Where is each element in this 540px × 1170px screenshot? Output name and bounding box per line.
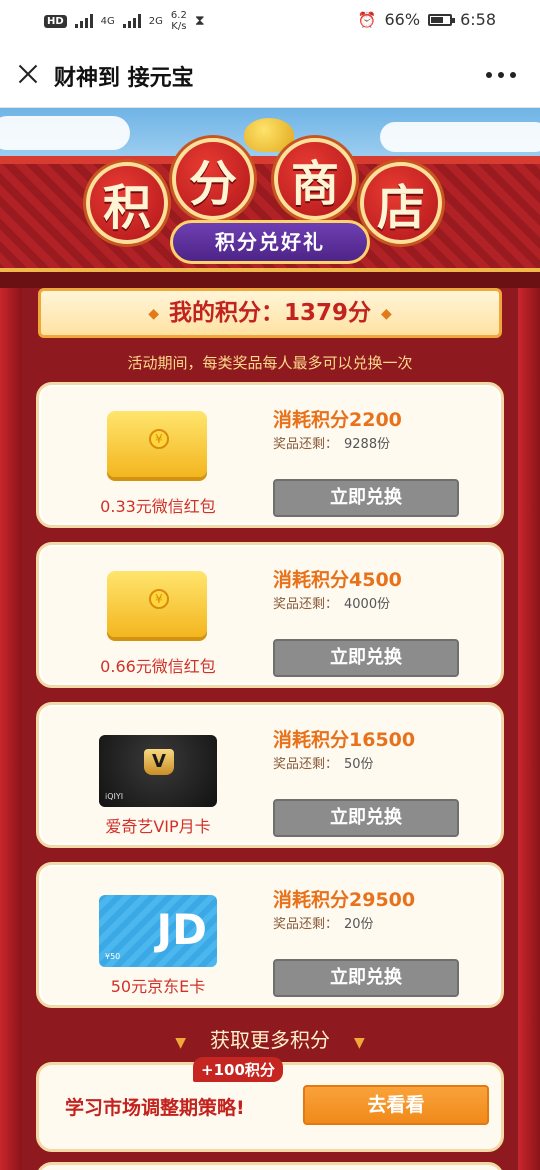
eave [0,268,540,288]
vip-crown-icon: V [144,749,174,775]
prize-cost: 消耗积分29500 [273,889,416,911]
more-points-title: 获取更多积分 [210,1028,330,1052]
prize-remain: 奖品还剩： 20份 [273,913,374,932]
net-speed-value: 6.2 [170,10,187,21]
remain-label: 奖品还剩： [273,597,339,612]
vip-card: V iQIYI [99,735,217,807]
yuan-coin-icon: ¥ [149,429,169,449]
task-title: 学习市场调整期策略! [65,1097,245,1119]
jd-e-card-image: JD ¥50 [99,887,217,967]
remain-label: 奖品还剩： [273,757,339,772]
shop-banner: 积 分 商 店 积分兑好礼 [0,108,540,288]
diamond-icon: ◆ [381,305,392,322]
task-reward-badge: +100积分 [193,1057,283,1082]
status-left: HD 4G 2G 6.2 K/s ⧗ [44,10,205,32]
envelope-icon: ¥ [107,411,207,477]
envelope-icon: ¥ [107,571,207,637]
net-type-2: 2G [148,15,163,27]
task-card: +100积分 学习市场调整期策略! 去看看 [36,1057,504,1152]
prize-cost: 消耗积分16500 [273,729,416,751]
remain-label: 奖品还剩： [273,437,339,452]
banner-char-2: 分 [172,138,254,220]
jd-card-value-icon: ¥50 [105,952,121,961]
page-title: 财神到 接元宝 [54,66,194,91]
yuan-coin-icon: ¥ [149,589,169,609]
prize-cost: 消耗积分2200 [273,409,402,431]
cloud [380,122,540,152]
prize-card: V iQIYI 爱奇艺VIP月卡 消耗积分16500 奖品还剩： 50份 立即兑换 [36,702,504,848]
title-bar: 财神到 接元宝 [0,42,540,108]
jd-card: JD ¥50 [99,895,217,967]
banner-char-1: 积 [86,162,168,244]
signal-icon-2 [122,14,141,28]
redeem-button[interactable]: 立即兑换 [273,479,459,517]
battery-icon [428,13,456,26]
red-packet-image: ¥ [99,407,217,483]
red-packet-image: ¥ [99,567,217,643]
diamond-icon: ◆ [148,305,159,322]
battery-percent: 66% [384,10,421,29]
cloud [0,116,130,150]
prize-remain: 奖品还剩： 50份 [273,753,374,772]
banner-char-3: 商 [274,138,356,220]
hd-badge: HD [44,14,67,28]
my-points-banner: ◆ 我的积分：1379分 ◆ [38,288,502,338]
status-right: ⏰ 66% 6:58 [358,10,496,29]
redeem-button[interactable]: 立即兑换 [273,959,459,997]
banner-char-4: 店 [360,162,442,244]
hourglass-icon: ⧗ [194,13,205,29]
close-icon[interactable] [14,60,42,88]
remain-label: 奖品还剩： [273,917,339,932]
prize-name: 0.66元微信红包 [100,657,216,676]
remain-value: 20份 [344,917,374,932]
task-card-partial [36,1162,504,1170]
gold-ingot-icon [244,118,294,152]
remain-value: 50份 [344,757,374,772]
redeem-button[interactable]: 立即兑换 [273,639,459,677]
prize-card: ¥ 0.66元微信红包 消耗积分4500 奖品还剩： 4000份 立即兑换 [36,542,504,688]
iqiyi-vip-card-image: V iQIYI [99,727,217,807]
net-speed: 6.2 K/s [171,10,187,32]
go-see-button[interactable]: 去看看 [303,1085,489,1125]
chevron-down-icon: ▼ [175,1035,186,1051]
remain-value: 9288份 [344,437,391,452]
iqiyi-logo-icon: iQIYI [105,792,124,801]
jd-logo-icon: JD [156,905,208,954]
prize-name: 50元京东E卡 [110,977,206,996]
remain-value: 4000份 [344,597,391,612]
prize-remain: 奖品还剩： 9288份 [273,433,390,452]
alarm-icon: ⏰ [357,10,377,29]
prize-card: ¥ 0.33元微信红包 消耗积分2200 奖品还剩： 9288份 立即兑换 [36,382,504,528]
redeem-button[interactable]: 立即兑换 [273,799,459,837]
prize-card: JD ¥50 50元京东E卡 消耗积分29500 奖品还剩： 20份 立即兑换 [36,862,504,1008]
prize-remain: 奖品还剩： 4000份 [273,593,390,612]
prize-name: 爱奇艺VIP月卡 [105,817,211,836]
my-points: 我的积分：1379分 [168,300,371,326]
status-bar: HD 4G 2G 6.2 K/s ⧗ ⏰ 66% 6:58 [0,0,540,42]
more-icon[interactable] [486,72,516,78]
net-type-1: 4G [100,15,115,27]
banner-subtitle: 积分兑好礼 [170,220,370,264]
prize-name: 0.33元微信红包 [100,497,216,516]
prize-cost: 消耗积分4500 [273,569,402,591]
rule-text: 活动期间，每类奖品每人最多可以兑换一次 [127,354,413,372]
chevron-down-icon: ▼ [354,1035,365,1051]
signal-icon-1 [74,14,93,28]
more-points-header: ▼ 获取更多积分 ▼ [0,1024,540,1053]
net-speed-unit: K/s [171,21,187,32]
clock: 6:58 [460,10,496,29]
